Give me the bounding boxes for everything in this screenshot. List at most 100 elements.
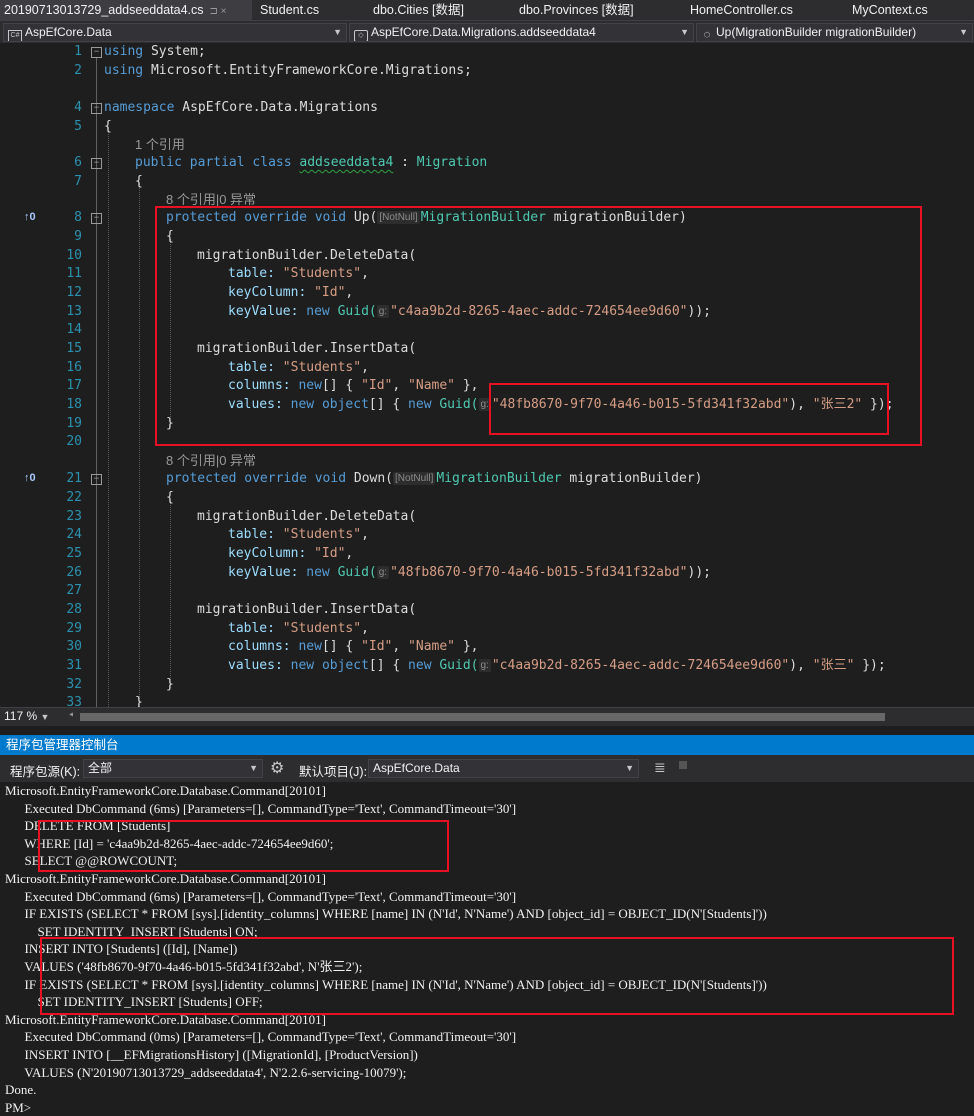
code-token: Guid( xyxy=(439,658,479,673)
code-token: , xyxy=(361,360,369,375)
code-token: { xyxy=(166,229,174,244)
code-token: Down( xyxy=(346,471,394,486)
inline-hint: [NotNull] xyxy=(377,211,420,224)
tab-mycontext[interactable]: MyContext.cs xyxy=(852,0,928,20)
code-token: new xyxy=(408,658,432,673)
code-token: migrationBuilder) xyxy=(561,471,703,486)
document-tab-bar: 20190713013729_addseeddata4.cs ⊐ × Studen… xyxy=(0,0,974,20)
code-token: class xyxy=(252,155,292,170)
tab-addseeddata4[interactable]: 20190713013729_addseeddata4.cs ⊐ × xyxy=(0,0,252,20)
code-token: "Id" xyxy=(314,285,346,300)
code-token: { xyxy=(135,174,143,189)
console-line: Microsoft.EntityFrameworkCore.Database.C… xyxy=(5,783,326,798)
code-token: table: xyxy=(228,266,283,281)
console-line: SET IDENTITY_INSERT [Students] ON; xyxy=(5,923,258,939)
package-source-dropdown[interactable]: 全部 ▼ xyxy=(83,759,263,778)
console-line: Microsoft.EntityFrameworkCore.Database.C… xyxy=(5,1011,326,1027)
code-token: , xyxy=(345,285,354,300)
default-project-value: AspEfCore.Data xyxy=(373,761,460,775)
panel-title-bar: 程序包管理器控制台 xyxy=(0,735,974,755)
code-token: "Name" xyxy=(408,378,456,393)
zoom-value: 117 % xyxy=(4,709,38,723)
code-token: }); xyxy=(854,658,886,673)
member-value: Up(MigrationBuilder migrationBuilder) xyxy=(716,25,917,39)
console-line: Microsoft.EntityFrameworkCore.Database.C… xyxy=(5,871,326,886)
code-token: { xyxy=(104,119,112,134)
code-token: } xyxy=(166,677,174,692)
code-token: void xyxy=(314,471,347,486)
tab-homecontroller[interactable]: HomeController.cs xyxy=(690,0,793,20)
code-token: [] { xyxy=(368,658,409,673)
clear-console-icon[interactable]: ≣ xyxy=(654,759,666,776)
console-output[interactable]: Microsoft.EntityFrameworkCore.Database.C… xyxy=(0,782,974,1116)
line-number: 27 xyxy=(66,583,82,598)
panel-title: 程序包管理器控制台 xyxy=(6,738,119,752)
code-token: new xyxy=(298,639,322,654)
codelens-references[interactable]: 8 个引用|0 异常 xyxy=(166,192,256,208)
console-line: VALUES ('48fb8670-9f70-4a46-b015-5fd341f… xyxy=(5,959,363,974)
horizontal-scrollbar[interactable] xyxy=(80,713,885,721)
settings-gear-icon[interactable]: ⚙ xyxy=(270,758,284,778)
member-dropdown[interactable]: ⬡ Up(MigrationBuilder migrationBuilder) ▼ xyxy=(696,23,973,42)
code-token: "Id" xyxy=(314,546,346,561)
tab-provinces[interactable]: dbo.Provinces [数据] xyxy=(519,0,634,20)
default-project-dropdown[interactable]: AspEfCore.Data ▼ xyxy=(368,759,639,778)
type-dropdown[interactable]: ◇ AspEfCore.Data.Migrations.addseeddata4 ▼ xyxy=(349,23,694,42)
console-line: VALUES (N'20190713013729_addseeddata4', … xyxy=(5,1064,407,1080)
code-token: keyColumn: xyxy=(228,546,315,561)
code-token: "Students" xyxy=(282,621,362,636)
inline-hint: [NotNull] xyxy=(393,472,436,485)
code-token: table: xyxy=(228,621,283,636)
code-token: Microsoft.EntityFrameworkCore.Migrations… xyxy=(143,63,472,78)
code-token: } xyxy=(166,416,174,431)
console-line: SELECT @@ROWCOUNT; xyxy=(5,853,178,869)
code-token: migrationBuilder) xyxy=(545,210,687,225)
chevron-down-icon: ▼ xyxy=(40,712,50,722)
code-token: columns: xyxy=(228,378,299,393)
code-token: "48fb8670-9f70-4a46-b015-5fd341f32abd" xyxy=(491,397,790,412)
project-value: AspEfCore.Data xyxy=(25,25,112,39)
code-token: } xyxy=(135,695,143,707)
code-token: [] { xyxy=(321,378,362,393)
codelens-references[interactable]: 8 个引用|0 异常 xyxy=(166,453,256,469)
code-editor[interactable]: 1 2 4 5 6 7 8 9 10 11 12 13 14 15 16 17 … xyxy=(0,43,974,707)
navigation-bar: C# AspEfCore.Data ▼ ◇ AspEfCore.Data.Migrat… xyxy=(0,20,974,44)
code-token: new xyxy=(306,304,330,319)
code-token: columns: xyxy=(228,639,299,654)
project-dropdown[interactable]: C# AspEfCore.Data ▼ xyxy=(3,23,347,42)
code-token: namespace xyxy=(104,100,175,115)
code-token: ) xyxy=(789,658,798,673)
code-token: "Students" xyxy=(282,266,362,281)
code-token: MigrationBuilder xyxy=(436,471,562,486)
type-value: AspEfCore.Data.Migrations.addseeddata4 xyxy=(371,25,596,39)
inline-hint: g: xyxy=(478,398,491,411)
stop-icon[interactable] xyxy=(679,761,687,769)
zoom-level[interactable]: 117 % ▼ xyxy=(4,709,49,723)
console-line: Executed DbCommand (0ms) [Parameters=[],… xyxy=(5,1029,517,1045)
code-token: table: xyxy=(228,527,283,542)
code-token: keyValue: xyxy=(228,304,307,319)
code-token: { xyxy=(166,490,174,505)
scroll-left-icon[interactable]: ◂ xyxy=(68,709,74,720)
source-label: 程序包源(K): xyxy=(10,765,81,779)
codelens-references[interactable]: 1 个引用 xyxy=(135,137,185,153)
pin-close-icon[interactable]: ⊐ × xyxy=(210,6,227,17)
tab-cities[interactable]: dbo.Cities [数据] xyxy=(373,0,464,20)
console-line: INSERT INTO [Students] ([Id], [Name]) xyxy=(5,941,238,957)
console-prompt[interactable]: PM> xyxy=(5,1099,31,1116)
code-token: using xyxy=(104,63,144,78)
code-token: object xyxy=(321,397,369,412)
default-project-label: 默认项目(J): xyxy=(299,765,368,779)
code-token: "Name" xyxy=(408,639,456,654)
code-token: protected xyxy=(166,210,237,225)
code-token: using xyxy=(104,44,144,59)
code-token: System; xyxy=(143,44,206,59)
code-token: Guid( xyxy=(337,304,377,319)
code-token: )); xyxy=(687,304,711,319)
code-token: protected xyxy=(166,471,237,486)
code-token: , xyxy=(797,397,813,412)
tab-student[interactable]: Student.cs xyxy=(260,0,319,20)
line-number: 20 xyxy=(66,434,82,449)
code-token: Migration xyxy=(416,155,488,170)
code-token: "Id" xyxy=(361,639,393,654)
